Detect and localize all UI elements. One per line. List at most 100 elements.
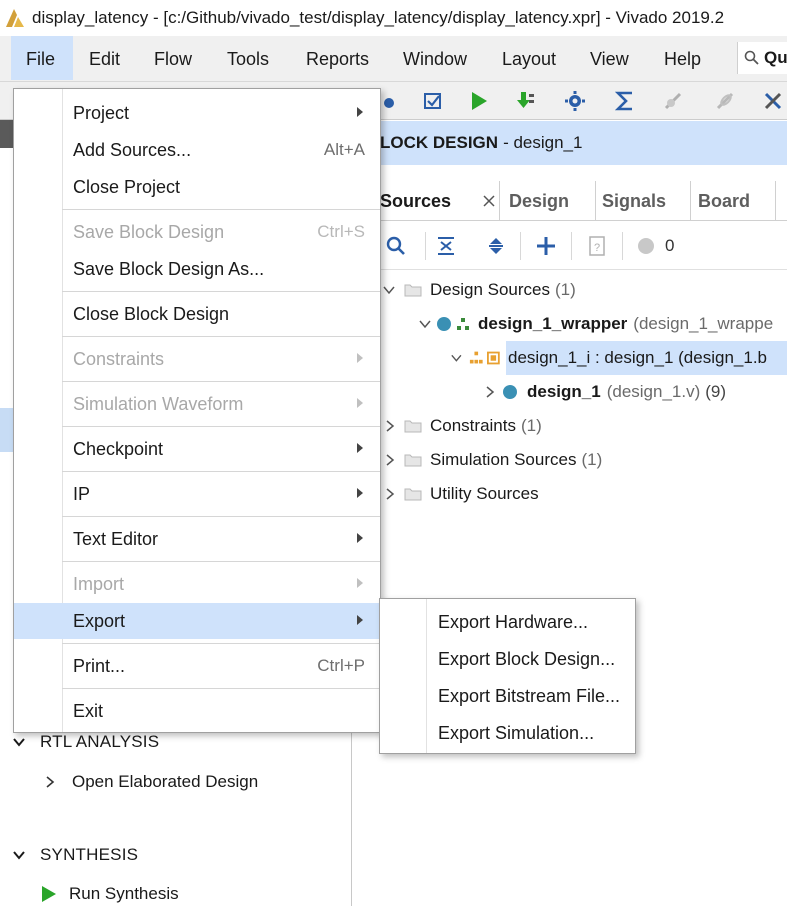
probe-disabled-icon[interactable]: [712, 88, 738, 114]
file-menu-import[interactable]: Import: [14, 566, 380, 602]
menu-item-label: Simulation Waveform: [73, 393, 244, 414]
submenu-arrow-icon: [357, 615, 363, 625]
file-menu-exit[interactable]: Exit: [14, 693, 380, 729]
file-menu-text-editor[interactable]: Text Editor: [14, 521, 380, 557]
menu-flow[interactable]: Flow: [154, 44, 192, 80]
file-menu-project[interactable]: Project: [14, 95, 380, 131]
sources-toolbar: ? 0: [370, 222, 787, 270]
submenu-arrow-icon: [357, 578, 363, 588]
tree-design-1[interactable]: design_1 (design_1.v) (9): [484, 377, 726, 407]
sigma-icon[interactable]: [612, 88, 638, 114]
export-block-design[interactable]: Export Block Design...: [380, 641, 635, 677]
tree-constraints[interactable]: Constraints (1): [384, 411, 542, 441]
run-icon[interactable]: [466, 88, 492, 114]
flow-section-synthesis[interactable]: SYNTHESIS: [12, 845, 138, 865]
flow-section-rtl-analysis[interactable]: RTL ANALYSIS: [12, 732, 159, 752]
submenu-arrow-icon: [357, 398, 363, 408]
export-hardware[interactable]: Export Hardware...: [380, 604, 635, 640]
validate-design-icon[interactable]: [420, 88, 446, 114]
cross-probe-icon[interactable]: [760, 88, 786, 114]
menu-layout[interactable]: Layout: [502, 44, 556, 80]
menu-separator: [62, 426, 380, 427]
flow-section-label: RTL ANALYSIS: [40, 732, 160, 751]
menu-item-shortcut: Ctrl+P: [317, 656, 365, 675]
menu-item-label: Add Sources...: [73, 139, 192, 160]
tree-simulation-sources[interactable]: Simulation Sources (1): [384, 445, 602, 475]
expand-all-icon[interactable]: [486, 236, 506, 261]
tree-detail: (design_1_wrappe: [633, 314, 774, 333]
chevron-down-icon: [13, 851, 25, 860]
messages-status[interactable]: 0: [636, 236, 674, 256]
tree-design-1-instance[interactable]: design_1_i : design_1 (design_1.b: [450, 341, 787, 375]
file-menu-constraints[interactable]: Constraints: [14, 341, 380, 377]
settings-gear-icon[interactable]: [562, 88, 588, 114]
properties-icon[interactable]: ?: [588, 236, 606, 261]
submenu-arrow-icon: [357, 533, 363, 543]
chevron-down-icon: [383, 286, 395, 295]
tab-divider: [499, 181, 500, 221]
file-menu-close-project[interactable]: Close Project: [14, 169, 380, 205]
file-menu-export[interactable]: Export: [14, 603, 380, 639]
menu-file[interactable]: File: [26, 44, 55, 80]
tree-label: Utility Sources: [430, 484, 539, 503]
collapse-all-icon[interactable]: [436, 236, 456, 261]
menu-separator: [62, 471, 380, 472]
tree-label: Design Sources: [430, 280, 551, 299]
debug-disabled-icon[interactable]: [660, 88, 686, 114]
run-synthesis[interactable]: Run Synthesis: [40, 884, 179, 904]
file-menu-add-sources[interactable]: Add Sources... Alt+A: [14, 132, 380, 168]
tree-utility-sources[interactable]: Utility Sources: [384, 479, 539, 509]
file-menu-save-block-design[interactable]: Save Block Design Ctrl+S: [14, 214, 380, 250]
close-tab-icon[interactable]: [482, 193, 496, 213]
tree-design-1-wrapper[interactable]: design_1_wrapper (design_1_wrappe: [418, 309, 773, 339]
quick-access-search[interactable]: Qu: [737, 42, 787, 74]
tab-signals[interactable]: Signals: [602, 181, 666, 221]
sources-tabs: Sources Design Signals Board: [370, 181, 787, 221]
export-simulation[interactable]: Export Simulation...: [380, 715, 635, 751]
open-elaborated-design[interactable]: Open Elaborated Design: [44, 772, 258, 792]
tab-board[interactable]: Board: [698, 181, 750, 221]
tree-detail: (design_1.v): [606, 382, 701, 401]
file-menu-simulation-waveform[interactable]: Simulation Waveform: [14, 386, 380, 422]
menu-separator: [62, 336, 380, 337]
tab-sources[interactable]: Sources: [380, 181, 451, 221]
search-icon[interactable]: [386, 236, 406, 261]
menu-separator: [62, 291, 380, 292]
chevron-down-icon: [451, 354, 462, 362]
flow-section-label: SYNTHESIS: [40, 845, 139, 864]
menu-reports[interactable]: Reports: [306, 44, 369, 80]
tab-divider: [595, 181, 596, 221]
chevron-right-icon: [386, 420, 395, 432]
block-design-header: LOCK DESIGN - design_1: [370, 121, 787, 165]
menu-window[interactable]: Window: [403, 44, 467, 80]
menu-item-label: Save Block Design As...: [73, 258, 265, 279]
menu-view[interactable]: View: [590, 44, 629, 80]
export-submenu: Export Hardware... Export Block Design..…: [379, 598, 636, 754]
add-icon[interactable]: [536, 236, 556, 261]
tree-design-sources[interactable]: Design Sources (1): [382, 275, 576, 305]
menu-edit[interactable]: Edit: [89, 44, 120, 80]
export-bitstream-file[interactable]: Export Bitstream File...: [380, 678, 635, 714]
tree-label: design_1_i : design_1 (design_1.b: [508, 348, 767, 367]
file-menu: Project Add Sources... Alt+A Close Proje…: [13, 88, 381, 733]
submenu-arrow-icon: [357, 443, 363, 453]
tab-divider: [690, 181, 691, 221]
menu-help[interactable]: Help: [664, 44, 701, 80]
search-icon: [744, 50, 759, 65]
file-menu-ip[interactable]: IP: [14, 476, 380, 512]
menu-item-label: Constraints: [73, 348, 165, 369]
tab-design[interactable]: Design: [509, 181, 569, 221]
file-menu-checkpoint[interactable]: Checkpoint: [14, 431, 380, 467]
messages-count: 0: [665, 236, 675, 255]
submenu-arrow-icon: [357, 488, 363, 498]
file-menu-print[interactable]: Print... Ctrl+P: [14, 648, 380, 684]
menu-item-label: Close Block Design: [73, 303, 230, 324]
tree-label: Constraints: [430, 416, 516, 435]
menu-bar: File Edit Flow Tools Reports Window Layo…: [0, 36, 787, 82]
menu-tools[interactable]: Tools: [227, 44, 269, 80]
module-dot-icon: [437, 317, 451, 331]
file-menu-close-block-design[interactable]: Close Block Design: [14, 296, 380, 332]
file-menu-save-block-design-as[interactable]: Save Block Design As...: [14, 251, 380, 287]
program-device-icon[interactable]: [512, 88, 538, 114]
menu-separator: [62, 643, 380, 644]
